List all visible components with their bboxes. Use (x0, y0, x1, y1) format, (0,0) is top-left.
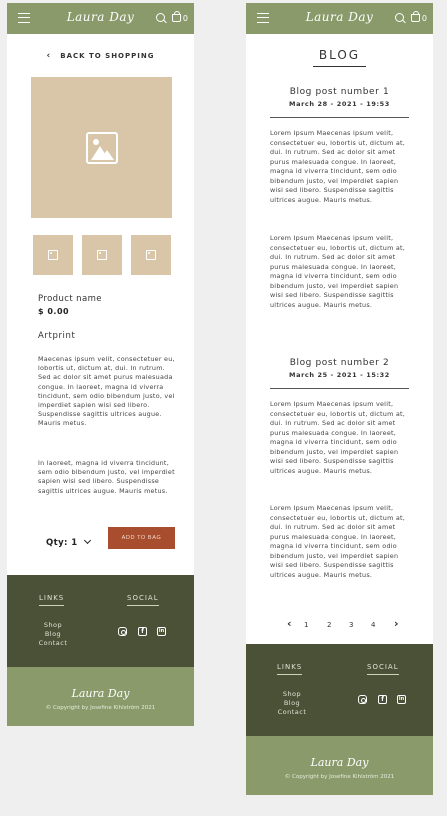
quantity-label: Qty: 1 (46, 538, 78, 548)
top-nav: Laura Day 0 (246, 3, 433, 34)
top-nav: Laura Day 0 (7, 3, 194, 34)
product-category: Artprint (38, 331, 76, 341)
footer-link-shop[interactable]: Shop (262, 690, 322, 698)
bag-count: 0 (182, 14, 188, 23)
footer-links-section: LINKS SOCIAL Shop Blog Contact f in (7, 575, 194, 667)
search-icon[interactable] (156, 13, 165, 22)
footer-links-heading: LINKS (277, 663, 303, 675)
quantity-select[interactable]: Qty: 1 (46, 536, 91, 548)
post-divider (270, 117, 409, 118)
product-price: $ 0.00 (38, 307, 70, 316)
post-title[interactable]: Blog post number 1 (246, 87, 433, 97)
footer-link-contact[interactable]: Contact (23, 639, 83, 647)
post-paragraph: Lorem Ipsum Maecenas ipsum velit, consec… (270, 504, 406, 579)
post-paragraph: Lorem Ipsum Maecenas ipsum velit, consec… (270, 400, 406, 475)
product-main-image (31, 77, 172, 218)
copyright-text: © Copyright by Josefine Kihlström 2021 (45, 705, 156, 711)
product-description: In laoreet, magna id viverra tincidunt, … (38, 459, 175, 495)
post-date: March 25 - 2021 - 15:32 (289, 371, 390, 379)
page-number[interactable]: 1 (304, 621, 308, 629)
footer-logo: Laura Day (310, 756, 369, 769)
back-to-shopping-link[interactable]: ‹ BACK TO SHOPPING (7, 51, 194, 61)
footer-links-section: LINKS SOCIAL Shop Blog Contact f in (246, 644, 433, 736)
image-placeholder-icon (86, 132, 118, 164)
footer-link-blog[interactable]: Blog (23, 630, 83, 638)
blog-page-screen: Laura Day 0 BLOG Blog post number 1 Marc… (246, 3, 433, 795)
linkedin-icon[interactable]: in (397, 695, 406, 704)
linkedin-icon[interactable]: in (157, 627, 166, 636)
product-thumbnail[interactable] (33, 235, 73, 275)
footer-link-blog[interactable]: Blog (262, 699, 322, 707)
shopping-bag-icon[interactable] (411, 11, 420, 22)
post-paragraph: Lorem Ipsum Maecenas ipsum velit, consec… (270, 129, 406, 204)
post-divider (270, 388, 409, 389)
copyright-text: © Copyright by Josefine Kihlström 2021 (284, 774, 395, 780)
page-number[interactable]: 2 (327, 621, 331, 629)
instagram-icon[interactable] (118, 627, 127, 636)
next-page-chevron-icon[interactable]: › (394, 617, 399, 630)
bag-count: 0 (421, 14, 427, 23)
chevron-left-icon: ‹ (46, 51, 52, 61)
footer-brand-section: Laura Day © Copyright by Josefine Kihlst… (246, 736, 433, 795)
post-title[interactable]: Blog post number 2 (246, 358, 433, 368)
footer-logo: Laura Day (71, 687, 130, 700)
facebook-icon[interactable]: f (138, 627, 147, 636)
image-placeholder-icon (97, 250, 107, 260)
image-placeholder-icon (146, 250, 156, 260)
footer-social-heading: SOCIAL (127, 594, 159, 606)
footer-link-shop[interactable]: Shop (23, 621, 83, 629)
product-name: Product name (38, 294, 102, 304)
chevron-down-icon (83, 536, 91, 545)
footer-links-heading: LINKS (39, 594, 65, 606)
search-icon[interactable] (395, 13, 404, 22)
prev-page-chevron-icon[interactable]: ‹ (287, 617, 292, 630)
product-thumbnail[interactable] (131, 235, 171, 275)
shopping-bag-icon[interactable] (172, 11, 181, 22)
post-date: March 28 - 2021 - 19:53 (289, 100, 390, 108)
footer-social-heading: SOCIAL (367, 663, 399, 675)
facebook-icon[interactable]: f (378, 695, 387, 704)
product-thumbnail[interactable] (82, 235, 122, 275)
instagram-icon[interactable] (358, 695, 367, 704)
page-number[interactable]: 3 (349, 621, 353, 629)
product-description: Maecenas ipsum velit, consectetuer eu, l… (38, 355, 175, 428)
title-divider (313, 66, 366, 67)
page-title: BLOG (318, 48, 361, 62)
page-number[interactable]: 4 (371, 621, 375, 629)
footer-link-contact[interactable]: Contact (262, 708, 322, 716)
image-placeholder-icon (48, 250, 58, 260)
add-to-bag-button[interactable]: ADD TO BAG (108, 527, 175, 549)
footer-brand-section: Laura Day © Copyright by Josefine Kihlst… (7, 667, 194, 726)
product-page-screen: Laura Day 0 ‹ BACK TO SHOPPING Product na… (7, 3, 194, 726)
post-paragraph: Lorem Ipsum Maecenas ipsum velit, consec… (270, 234, 406, 309)
back-link-label: BACK TO SHOPPING (60, 52, 155, 60)
